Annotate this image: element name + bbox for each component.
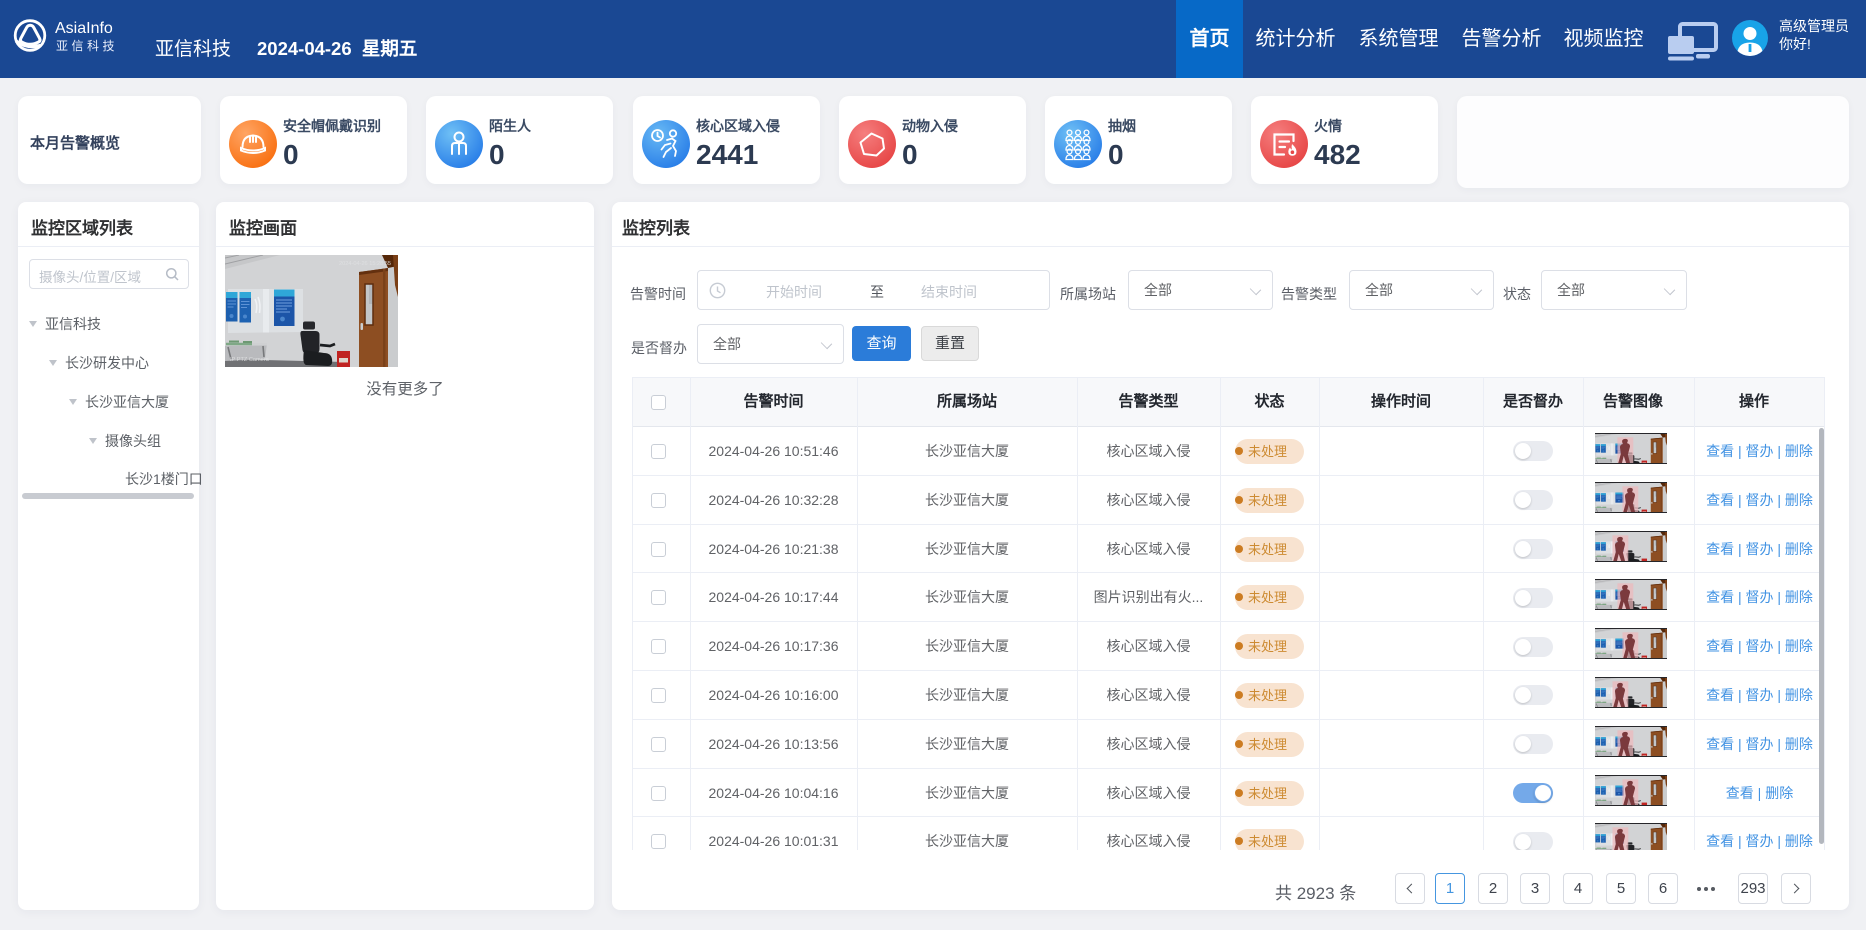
svg-text:IP PTZ Camera: IP PTZ Camera xyxy=(230,357,270,363)
svg-text:2024-04-26 15:28:55: 2024-04-26 15:28:55 xyxy=(339,261,391,267)
